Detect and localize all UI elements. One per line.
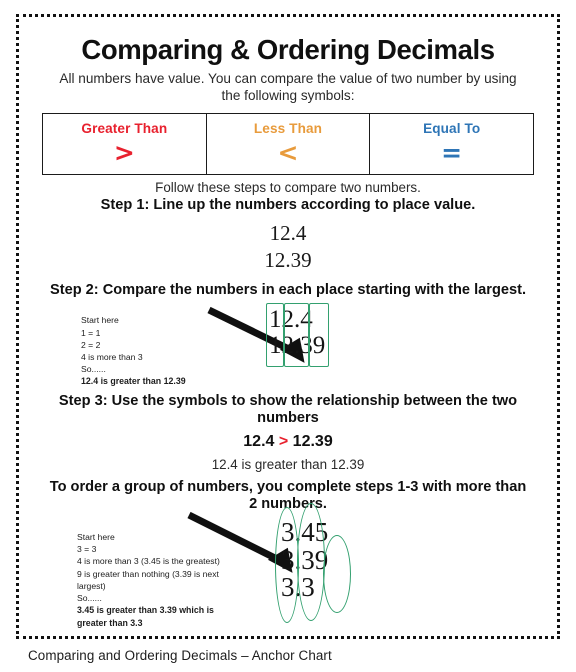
equal-to-label: Equal To [423, 120, 481, 136]
green-box-tenths-place [284, 303, 309, 368]
green-box-hundredths-place [309, 303, 329, 368]
step-2-heading: Step 2: Compare the numbers in each plac… [49, 282, 527, 299]
page-title: Comparing & Ordering Decimals [81, 34, 495, 65]
table-row-labels: Greater Than > Less Than < Equal To = [42, 112, 534, 175]
note-line-bold: greater than 3.3 [77, 617, 143, 628]
chart-caption: Comparing and Ordering Decimals – Anchor… [28, 648, 332, 663]
table-cell-less-than: Less Than < [205, 112, 371, 175]
chart-dotted-frame: Comparing & Ordering Decimals All number… [16, 14, 560, 639]
comparison-left: 12.4 [243, 433, 275, 451]
page-subtitle: All numbers have value. You can compare … [59, 70, 517, 103]
comparison-symbol: > [278, 433, 289, 451]
symbols-table: Greater Than > Less Than < Equal To = [42, 112, 534, 175]
green-ellipse-hundredths-place [323, 535, 351, 614]
step-1-number-1: 12.4 [269, 220, 307, 245]
equal-to-symbol: = [441, 137, 463, 167]
greater-than-label: Greater Than [81, 120, 168, 136]
greater-than-symbol: > [113, 137, 135, 167]
less-than-symbol: < [277, 137, 299, 167]
chart-content: Comparing & Ordering Decimals All number… [19, 17, 557, 636]
note-line: So...... [77, 593, 102, 604]
ordering-example: Start here 3 = 3 4 is more than 3 (3.45 … [33, 503, 543, 643]
step-2-example: Start here 1 = 1 2 = 2 4 is more than 3 … [33, 299, 543, 395]
note-line-bold: 3.45 is greater than 3.39 which is [77, 605, 214, 616]
step-3-explanation: 12.4 is greater than 12.39 [211, 457, 365, 473]
step-3-heading: Step 3: Use the symbols to show the rela… [58, 393, 518, 427]
comparison-right: 12.39 [292, 433, 333, 451]
step-3-comparison: 12.4 > 12.39 [33, 433, 543, 451]
step-1-heading: Step 1: Line up the numbers according to… [100, 196, 476, 213]
green-ellipse-ones-place [275, 507, 299, 624]
anchor-chart-page: Comparing & Ordering Decimals All number… [0, 0, 576, 672]
less-than-label: Less Than [253, 120, 323, 136]
green-ellipse-tenths-place [297, 503, 325, 622]
green-box-ones-place [266, 303, 284, 368]
table-cell-greater-than: Greater Than > [42, 112, 207, 175]
note-line: largest) [77, 580, 106, 591]
note-line-bold: 12.4 is greater than 12.39 [81, 376, 186, 387]
table-cell-equal-to: Equal To = [369, 112, 534, 175]
step-1-number-2: 12.39 [264, 247, 312, 272]
intro-line: Follow these steps to compare two number… [155, 179, 421, 195]
